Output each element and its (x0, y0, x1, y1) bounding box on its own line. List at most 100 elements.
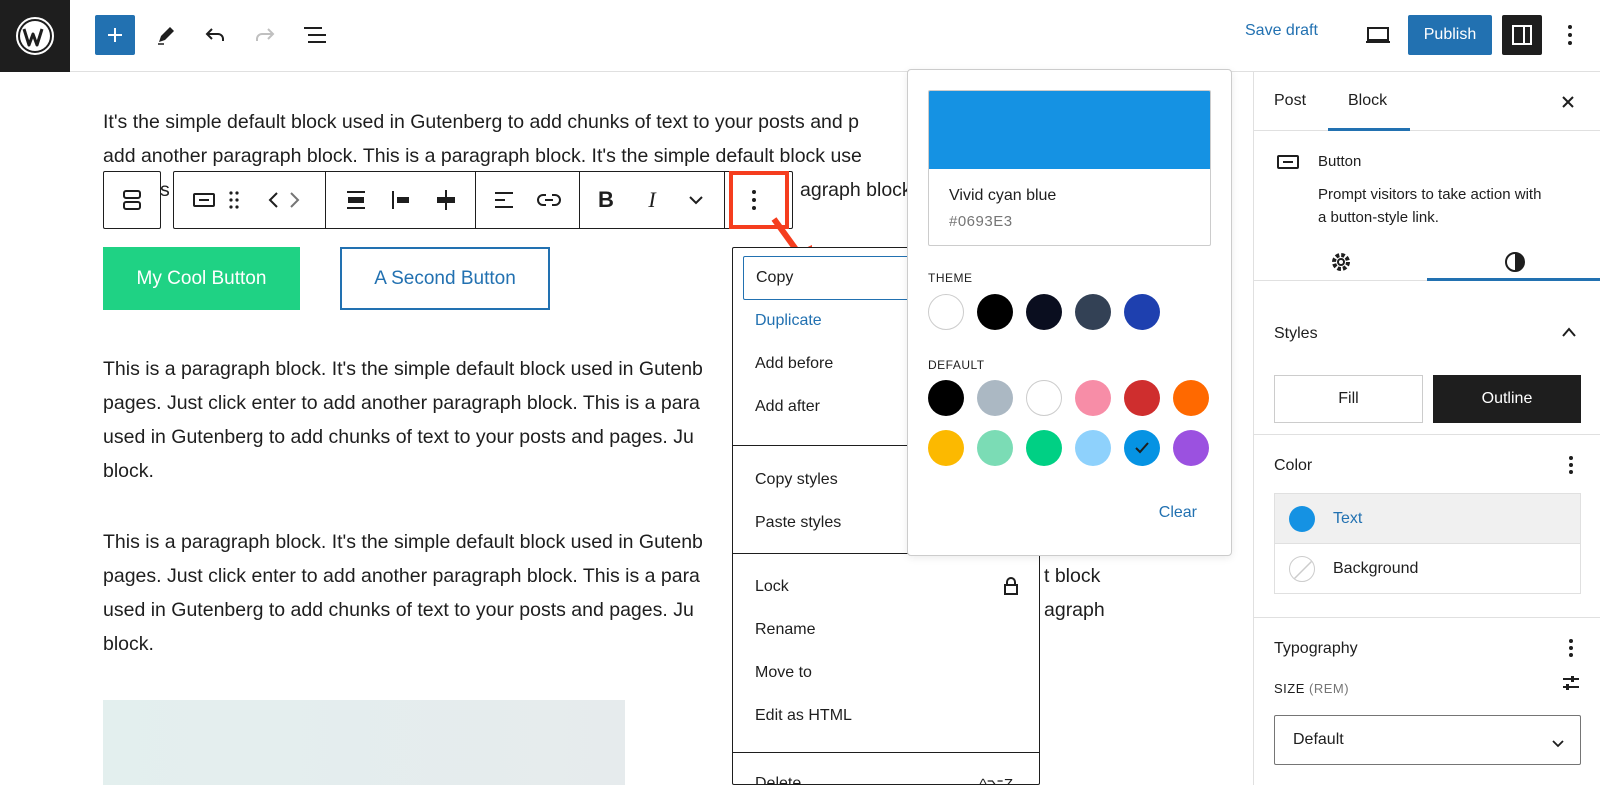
color-swatch[interactable] (977, 380, 1013, 416)
custom-size-sliders-icon[interactable] (1561, 673, 1581, 698)
color-swatch[interactable] (977, 430, 1013, 466)
text-color-indicator (1289, 506, 1315, 532)
paragraph-fragment: s (160, 179, 170, 201)
text-align-icon[interactable] (484, 180, 524, 220)
color-swatch[interactable] (1124, 430, 1160, 466)
color-text-item[interactable]: Text (1274, 493, 1581, 544)
color-swatch[interactable] (1075, 430, 1111, 466)
drag-handle-icon[interactable] (222, 180, 246, 220)
style-fill-button[interactable]: Fill (1274, 375, 1423, 423)
delete-shortcut: ^⌥Z (979, 776, 1014, 785)
color-swatch[interactable] (977, 294, 1013, 330)
italic-icon[interactable]: I (632, 180, 672, 220)
selected-color-preview: Vivid cyan blue #0693E3 (928, 90, 1211, 246)
lock-icon (1003, 576, 1019, 601)
color-swatch[interactable] (1075, 380, 1111, 416)
link-icon[interactable] (529, 180, 569, 220)
paragraph-line[interactable]: used in Gutenberg to add chunks of text … (103, 420, 694, 454)
menu-item-lock[interactable]: Lock (743, 565, 1031, 609)
paragraph-line[interactable]: It's the simple default block used in Gu… (103, 105, 859, 139)
paragraph-line[interactable]: used in Gutenberg to add chunks of text … (103, 593, 694, 627)
orientation-icon[interactable] (381, 180, 421, 220)
my-cool-button[interactable]: My Cool Button (103, 247, 300, 310)
typography-options-kebab-icon[interactable] (1568, 638, 1574, 663)
style-outline-button[interactable]: Outline (1433, 375, 1581, 423)
menu-item-move-to[interactable]: Move to (743, 651, 1031, 695)
justification-icon[interactable] (336, 180, 376, 220)
tab-block[interactable]: Block (1348, 92, 1387, 110)
document-overview-icon[interactable] (295, 15, 335, 55)
settings-gear-icon[interactable] (1330, 251, 1352, 278)
color-swatch[interactable] (928, 294, 964, 330)
bold-icon[interactable]: B (586, 180, 626, 220)
typography-title: Typography (1274, 640, 1358, 657)
paragraph-fragment: t block (1044, 565, 1101, 587)
menu-item-edit-as-html[interactable]: Edit as HTML (743, 694, 1031, 738)
button-block-icon (1276, 154, 1300, 175)
close-icon[interactable] (1556, 90, 1580, 114)
settings-sidebar-icon[interactable] (1502, 15, 1542, 55)
clear-color-button[interactable]: Clear (1159, 504, 1197, 522)
preview-icon[interactable] (1358, 15, 1398, 55)
block-description-line: a button-style link. (1318, 209, 1439, 226)
color-swatch[interactable] (1173, 430, 1209, 466)
editor-header: Save draft Publish (0, 0, 1600, 72)
theme-palette-title: THEME (928, 271, 973, 285)
publish-button[interactable]: Publish (1408, 15, 1492, 55)
size-label: SIZE (REM) (1274, 681, 1349, 696)
menu-item-rename[interactable]: Rename (743, 608, 1031, 652)
menu-item-delete[interactable]: Delete ^⌥Z (743, 762, 1031, 785)
tab-post[interactable]: Post (1274, 92, 1306, 110)
undo-icon[interactable] (195, 15, 235, 55)
color-swatch[interactable] (1026, 380, 1062, 416)
font-size-select[interactable]: Default (1274, 715, 1581, 765)
chevron-up-icon[interactable] (1561, 325, 1577, 343)
color-panel: Color Text Background (1254, 435, 1600, 618)
color-swatch[interactable] (1173, 380, 1209, 416)
color-swatch[interactable] (1026, 430, 1062, 466)
paragraph-line[interactable]: block. (103, 454, 154, 488)
styles-contrast-icon[interactable] (1504, 251, 1526, 278)
image-block[interactable] (103, 700, 625, 785)
paragraph-line[interactable]: add another paragraph block. This is a p… (103, 139, 862, 173)
paragraph-line[interactable]: pages. Just click enter to add another p… (103, 559, 700, 593)
selected-color-hex[interactable]: #0693E3 (949, 213, 1013, 230)
wordpress-logo-icon[interactable] (0, 0, 70, 72)
button-block-icon[interactable] (184, 180, 224, 220)
selected-color-swatch (929, 91, 1210, 169)
toolbar-separator (475, 172, 476, 228)
sidebar-tabs: Post Block (1254, 72, 1600, 131)
color-options-kebab-icon[interactable] (1568, 455, 1574, 480)
more-formats-chevron-down-icon[interactable] (676, 180, 716, 220)
redo-icon[interactable] (245, 15, 285, 55)
block-toolbar: B I (173, 171, 793, 229)
vertical-align-icon[interactable] (426, 180, 466, 220)
color-item-label: Background (1333, 559, 1419, 577)
paragraph-line[interactable]: This is a paragraph block. It's the simp… (103, 352, 703, 386)
paragraph-line[interactable]: This is a paragraph block. It's the simp… (103, 525, 703, 559)
paragraph-line[interactable]: block. (103, 627, 154, 661)
save-draft-button[interactable]: Save draft (1245, 22, 1318, 40)
settings-sidebar: Post Block Button Prompt visitors to tak… (1253, 72, 1600, 785)
second-button[interactable]: A Second Button (340, 247, 550, 310)
color-swatch[interactable] (1124, 380, 1160, 416)
options-kebab-icon[interactable] (1552, 15, 1588, 55)
default-palette-title: DEFAULT (928, 358, 985, 372)
color-swatch[interactable] (928, 380, 964, 416)
menu-separator (733, 752, 1039, 753)
color-swatch[interactable] (1075, 294, 1111, 330)
color-swatch[interactable] (1026, 294, 1062, 330)
styles-title: Styles (1274, 325, 1318, 342)
move-left-right-icon[interactable] (262, 180, 306, 220)
color-swatch[interactable] (928, 430, 964, 466)
color-background-item[interactable]: Background (1274, 543, 1581, 594)
paragraph-fragment: agraph (1044, 599, 1105, 621)
pencil-tools-icon[interactable] (146, 15, 186, 55)
block-description: Prompt visitors to take action with a bu… (1318, 183, 1541, 229)
active-subtab-indicator (1427, 278, 1600, 281)
size-unit: (REM) (1309, 681, 1350, 696)
paragraph-line[interactable]: pages. Just click enter to add another p… (103, 386, 700, 420)
select-parent-block-button[interactable] (103, 171, 161, 229)
add-block-icon[interactable] (95, 15, 135, 55)
color-swatch[interactable] (1124, 294, 1160, 330)
